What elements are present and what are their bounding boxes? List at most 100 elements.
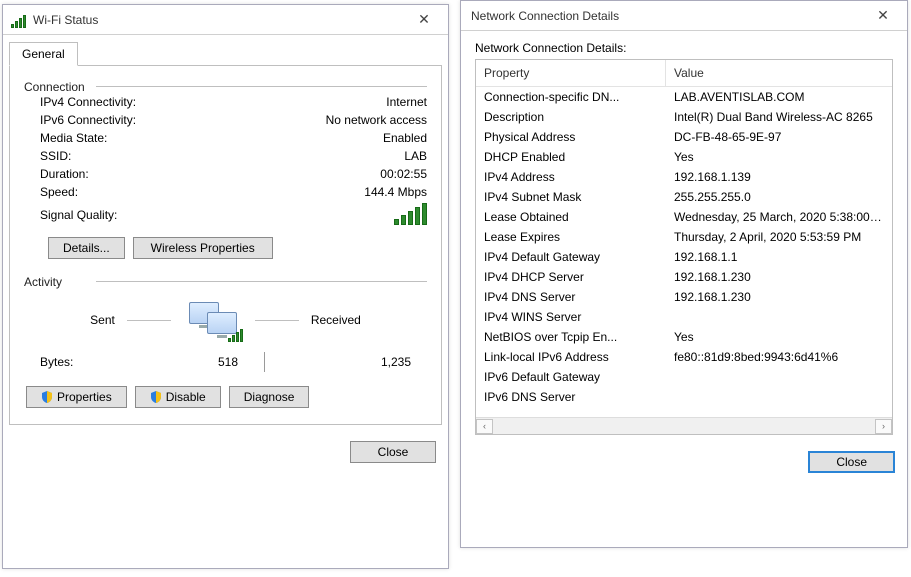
property-cell: IPv4 DHCP Server: [476, 269, 666, 285]
property-cell: NetBIOS over Tcpip En...: [476, 329, 666, 345]
value: 00:02:55: [380, 167, 427, 181]
row-media-state: Media State: Enabled: [24, 129, 427, 147]
value-cell: Intel(R) Dual Band Wireless-AC 8265: [666, 109, 892, 125]
row-signal-quality: Signal Quality:: [24, 201, 427, 229]
col-value[interactable]: Value: [666, 60, 892, 86]
label: Duration:: [40, 167, 89, 181]
list-item[interactable]: DHCP EnabledYes: [476, 147, 892, 167]
tabstrip: General: [3, 35, 448, 65]
scroll-left-icon[interactable]: ‹: [476, 419, 493, 434]
property-cell: IPv4 Subnet Mask: [476, 189, 666, 205]
value-cell: DC-FB-48-65-9E-97: [666, 129, 892, 145]
signal-bars-icon: [394, 205, 427, 225]
list-item[interactable]: DescriptionIntel(R) Dual Band Wireless-A…: [476, 107, 892, 127]
value-cell: 192.168.1.230: [666, 269, 892, 285]
list-item[interactable]: IPv4 Default Gateway192.168.1.1: [476, 247, 892, 267]
network-connection-details-dialog: Network Connection Details ✕ Network Con…: [460, 0, 908, 548]
tab-general[interactable]: General: [9, 42, 78, 66]
list-item[interactable]: NetBIOS over Tcpip En...Yes: [476, 327, 892, 347]
value: Enabled: [383, 131, 427, 145]
property-cell: Physical Address: [476, 129, 666, 145]
property-cell: Description: [476, 109, 666, 125]
received-label: Received: [311, 313, 361, 327]
property-cell: Lease Obtained: [476, 209, 666, 225]
list-item[interactable]: Physical AddressDC-FB-48-65-9E-97: [476, 127, 892, 147]
shield-icon: [41, 391, 53, 403]
label: SSID:: [40, 149, 71, 163]
property-cell: IPv4 Address: [476, 169, 666, 185]
close-icon[interactable]: ✕: [402, 6, 446, 34]
value: Internet: [386, 95, 427, 109]
details-listview: Property Value Connection-specific DN...…: [475, 59, 893, 435]
property-cell: Link-local IPv6 Address: [476, 349, 666, 365]
properties-button[interactable]: Properties: [26, 386, 127, 408]
tab-panel-general: Connection IPv4 Connectivity: Internet I…: [9, 65, 442, 425]
shield-icon: [150, 391, 162, 403]
property-cell: IPv4 WINS Server: [476, 309, 666, 325]
close-button[interactable]: Close: [808, 451, 895, 473]
list-item[interactable]: IPv6 Default Gateway: [476, 367, 892, 387]
property-cell: IPv4 Default Gateway: [476, 249, 666, 265]
value-cell: LAB.AVENTISLAB.COM: [666, 89, 892, 105]
network-activity-icon: [183, 298, 243, 342]
bytes-label: Bytes:: [40, 355, 73, 369]
list-item[interactable]: Lease ObtainedWednesday, 25 March, 2020 …: [476, 207, 892, 227]
value: 144.4 Mbps: [364, 185, 427, 199]
property-cell: IPv6 Default Gateway: [476, 369, 666, 385]
row-ssid: SSID: LAB: [24, 147, 427, 165]
label: Media State:: [40, 131, 107, 145]
group-connection: Connection: [24, 80, 427, 87]
window-title: Network Connection Details: [469, 9, 861, 23]
row-ipv4-connectivity: IPv4 Connectivity: Internet: [24, 93, 427, 111]
wireless-properties-button[interactable]: Wireless Properties: [133, 237, 273, 259]
list-item[interactable]: Connection-specific DN...LAB.AVENTISLAB.…: [476, 87, 892, 107]
list-item[interactable]: IPv4 DHCP Server192.168.1.230: [476, 267, 892, 287]
disable-button[interactable]: Disable: [135, 386, 221, 408]
value: LAB: [404, 149, 427, 163]
divider: [127, 320, 171, 321]
details-caption: Network Connection Details:: [475, 41, 893, 55]
wifi-signal-icon: [11, 12, 27, 28]
titlebar[interactable]: Network Connection Details ✕: [461, 1, 907, 31]
property-cell: Lease Expires: [476, 229, 666, 245]
row-speed: Speed: 144.4 Mbps: [24, 183, 427, 201]
list-item[interactable]: IPv4 Address192.168.1.139: [476, 167, 892, 187]
list-item[interactable]: IPv6 DNS Server: [476, 387, 892, 407]
value-cell: [666, 389, 892, 405]
sent-label: Sent: [90, 313, 115, 327]
close-button[interactable]: Close: [350, 441, 436, 463]
divider: [264, 352, 265, 372]
label: IPv6 Connectivity:: [40, 113, 136, 127]
row-bytes: Bytes: 518 1,235: [24, 346, 427, 372]
col-property[interactable]: Property: [476, 60, 666, 86]
value-cell: Yes: [666, 329, 892, 345]
bytes-sent-value: 518: [118, 355, 238, 369]
group-activity: Activity: [24, 275, 427, 282]
details-button[interactable]: Details...: [48, 237, 125, 259]
titlebar[interactable]: Wi-Fi Status ✕: [3, 5, 448, 35]
wifi-status-dialog: Wi-Fi Status ✕ General Connection IPv4 C…: [2, 4, 449, 569]
value-cell: 192.168.1.230: [666, 289, 892, 305]
scroll-right-icon[interactable]: ›: [875, 419, 892, 434]
list-item[interactable]: IPv4 DNS Server192.168.1.230: [476, 287, 892, 307]
property-cell: DHCP Enabled: [476, 149, 666, 165]
close-icon[interactable]: ✕: [861, 2, 905, 30]
list-item[interactable]: IPv4 WINS Server: [476, 307, 892, 327]
row-duration: Duration: 00:02:55: [24, 165, 427, 183]
value-cell: Thursday, 2 April, 2020 5:53:59 PM: [666, 229, 892, 245]
value-cell: 255.255.255.0: [666, 189, 892, 205]
window-title: Wi-Fi Status: [33, 13, 402, 27]
value-cell: Yes: [666, 149, 892, 165]
label: IPv4 Connectivity:: [40, 95, 136, 109]
listview-rows: Connection-specific DN...LAB.AVENTISLAB.…: [476, 87, 892, 417]
property-cell: IPv6 DNS Server: [476, 389, 666, 405]
list-item[interactable]: Lease ExpiresThursday, 2 April, 2020 5:5…: [476, 227, 892, 247]
list-item[interactable]: IPv4 Subnet Mask255.255.255.0: [476, 187, 892, 207]
list-item[interactable]: Link-local IPv6 Addressfe80::81d9:8bed:9…: [476, 347, 892, 367]
horizontal-scrollbar[interactable]: ‹ ›: [476, 417, 892, 434]
divider: [255, 320, 299, 321]
value: No network access: [326, 113, 427, 127]
property-cell: Connection-specific DN...: [476, 89, 666, 105]
value-cell: Wednesday, 25 March, 2020 5:38:00 PM: [666, 209, 892, 225]
diagnose-button[interactable]: Diagnose: [229, 386, 310, 408]
